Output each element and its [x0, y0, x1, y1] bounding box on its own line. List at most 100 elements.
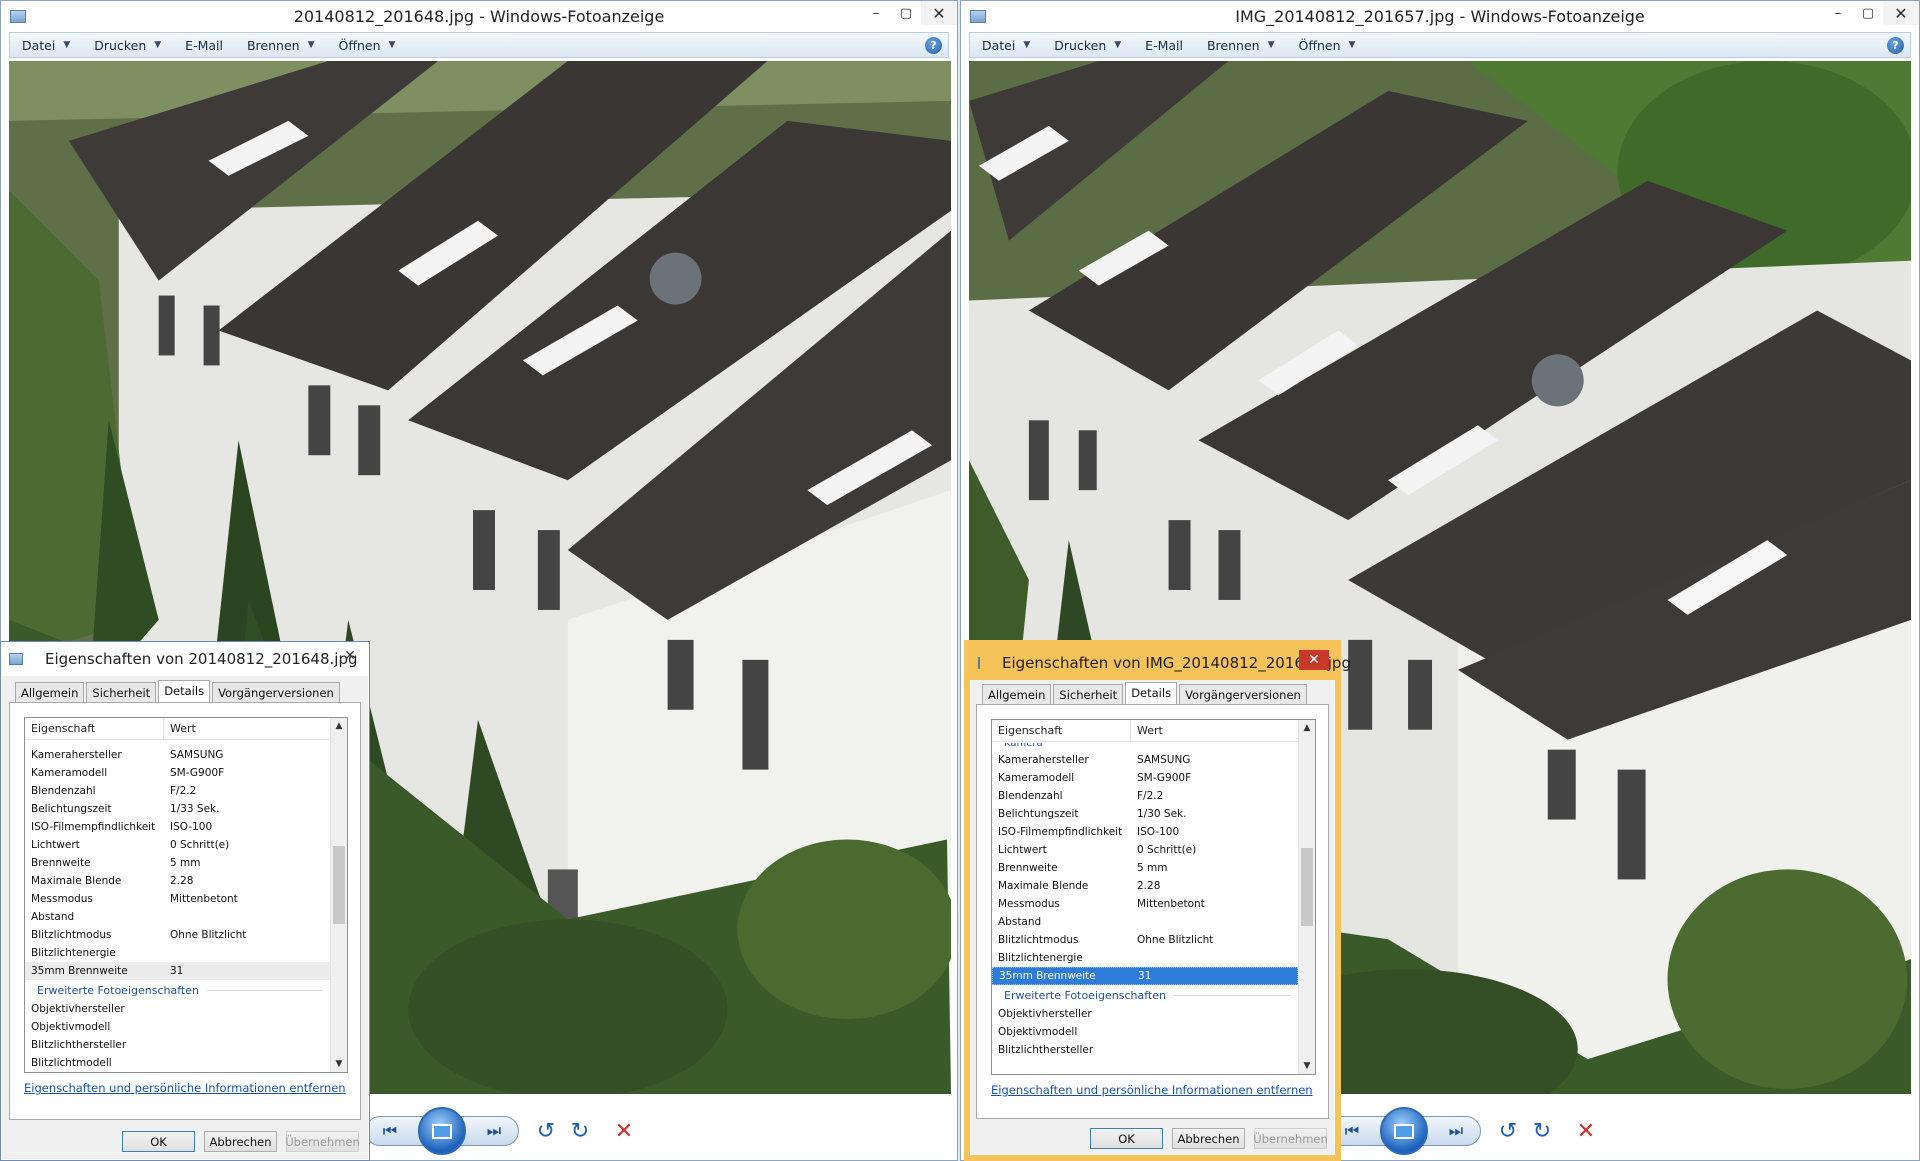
- tab-sicherheit[interactable]: Sicherheit: [1053, 684, 1124, 704]
- property-row[interactable]: Objektivhersteller: [992, 1005, 1298, 1023]
- dialog-close-button[interactable]: ✕: [337, 646, 363, 666]
- property-row[interactable]: Abstand: [992, 913, 1298, 931]
- property-row[interactable]: Objektivhersteller: [25, 1000, 330, 1018]
- property-row[interactable]: Objektivmodell: [992, 1023, 1298, 1041]
- rotate-cw-icon[interactable]: ↻: [567, 1118, 593, 1144]
- maximize-button[interactable]: ▢: [1853, 1, 1883, 25]
- tab-details[interactable]: Details: [1125, 682, 1178, 705]
- property-row[interactable]: Blitzlichtmodus Ohne Blitzlicht: [992, 931, 1298, 949]
- property-row[interactable]: Blitzlichtenergie: [992, 949, 1298, 967]
- column-header-property[interactable]: Eigenschaft: [25, 718, 164, 739]
- apply-button[interactable]: Übernehmen: [1253, 1128, 1328, 1149]
- minimize-button[interactable]: –: [861, 1, 891, 25]
- property-row[interactable]: Objektivmodell: [25, 1018, 330, 1036]
- next-icon[interactable]: ⏭: [1440, 1120, 1472, 1142]
- property-row[interactable]: Belichtungszeit 1/33 Sek.: [25, 800, 330, 818]
- property-row[interactable]: Messmodus Mittenbetont: [25, 890, 330, 908]
- menu-datei[interactable]: Datei ▼: [970, 33, 1042, 57]
- help-icon[interactable]: ?: [1887, 37, 1904, 54]
- property-row[interactable]: Blitzlichtenergie: [25, 944, 330, 962]
- property-name: Maximale Blende: [31, 875, 122, 887]
- property-row[interactable]: 35mm Brennweite 31: [25, 962, 330, 980]
- column-header-property[interactable]: Eigenschaft: [992, 720, 1131, 741]
- property-row[interactable]: Maximale Blende 2.28: [25, 872, 330, 890]
- property-row[interactable]: Blitzlichthersteller: [25, 1036, 330, 1054]
- menu-drucken[interactable]: Drucken ▼: [1042, 33, 1133, 57]
- tab-vorgaengerversionen[interactable]: Vorgängerversionen: [1179, 684, 1307, 704]
- property-row[interactable]: Maximale Blende 2.28: [992, 877, 1298, 895]
- property-row[interactable]: Blendenzahl F/2.2: [992, 787, 1298, 805]
- title-bar[interactable]: IMG_20140812_201657.jpg - Windows-Fotoan…: [961, 1, 1919, 31]
- next-icon[interactable]: ⏭: [478, 1120, 510, 1142]
- property-row[interactable]: Kamerahersteller SAMSUNG: [992, 751, 1298, 769]
- property-row[interactable]: Blitzlichtmodell: [25, 1054, 330, 1072]
- ok-button[interactable]: OK: [122, 1131, 195, 1152]
- delete-icon[interactable]: ✕: [1573, 1118, 1599, 1144]
- scroll-thumb[interactable]: [333, 846, 345, 924]
- property-row[interactable]: Kameramodell SM-G900F: [25, 764, 330, 782]
- property-row[interactable]: Blitzlichtmodus Ohne Blitzlicht: [25, 926, 330, 944]
- close-button[interactable]: ✕: [1883, 1, 1919, 25]
- menu-email[interactable]: E-Mail: [173, 33, 235, 57]
- menu-brennen[interactable]: Brennen ▼: [235, 33, 327, 57]
- column-header-value[interactable]: Wert: [1131, 724, 1163, 737]
- menu-oeffnen[interactable]: Öffnen ▼: [1287, 33, 1368, 57]
- properties-list[interactable]: Eigenschaft Wert Kamera Kamerahersteller S…: [991, 719, 1316, 1075]
- menu-email[interactable]: E-Mail: [1133, 33, 1195, 57]
- property-row[interactable]: Blendenzahl F/2.2: [25, 782, 330, 800]
- property-row[interactable]: Lichtwert 0 Schritt(e): [25, 836, 330, 854]
- slideshow-button[interactable]: [418, 1107, 466, 1155]
- remove-properties-link[interactable]: Eigenschaften und persönliche Informatio…: [991, 1083, 1313, 1097]
- tab-strip: Allgemein Sicherheit Details Vorgängerve…: [15, 680, 361, 703]
- rotate-cw-icon[interactable]: ↻: [1529, 1118, 1555, 1144]
- property-row[interactable]: Brennweite 5 mm: [25, 854, 330, 872]
- tab-sicherheit[interactable]: Sicherheit: [86, 682, 157, 702]
- dialog-title-bar[interactable]: Eigenschaften von IMG_20140812_201657.jp…: [970, 646, 1351, 680]
- column-header-value[interactable]: Wert: [164, 722, 196, 735]
- property-row[interactable]: Lichtwert 0 Schritt(e): [992, 841, 1298, 859]
- property-row[interactable]: Messmodus Mittenbetont: [992, 895, 1298, 913]
- scroll-down-icon[interactable]: ▼: [1299, 1058, 1315, 1074]
- scroll-up-icon[interactable]: ▲: [331, 718, 347, 734]
- tab-allgemein[interactable]: Allgemein: [15, 682, 85, 702]
- close-button[interactable]: ✕: [921, 1, 957, 25]
- properties-list[interactable]: Eigenschaft Wert Kamerahersteller SAMSUNG…: [24, 717, 348, 1073]
- property-row[interactable]: Kameramodell SM-G900F: [992, 769, 1298, 787]
- tab-details[interactable]: Details: [158, 680, 211, 703]
- property-row[interactable]: ISO-Filmempfindlichkeit ISO-100: [25, 818, 330, 836]
- scroll-down-icon[interactable]: ▼: [331, 1056, 347, 1072]
- apply-button[interactable]: Übernehmen: [285, 1131, 360, 1152]
- property-row[interactable]: ISO-Filmempfindlichkeit ISO-100: [992, 823, 1298, 841]
- remove-properties-link[interactable]: Eigenschaften und persönliche Informatio…: [24, 1081, 346, 1095]
- ok-button[interactable]: OK: [1090, 1128, 1163, 1149]
- previous-icon[interactable]: ⏮: [374, 1120, 406, 1142]
- vertical-scrollbar[interactable]: ▲ ▼: [1298, 720, 1315, 1074]
- scroll-up-icon[interactable]: ▲: [1299, 720, 1315, 736]
- cancel-button[interactable]: Abbrechen: [204, 1131, 277, 1152]
- menu-datei[interactable]: Datei ▼: [10, 33, 82, 57]
- minimize-button[interactable]: –: [1823, 1, 1853, 25]
- rotate-ccw-icon[interactable]: ↺: [533, 1118, 559, 1144]
- rotate-ccw-icon[interactable]: ↺: [1495, 1118, 1521, 1144]
- property-row[interactable]: Abstand: [25, 908, 330, 926]
- menu-brennen[interactable]: Brennen ▼: [1195, 33, 1287, 57]
- property-row[interactable]: Brennweite 5 mm: [992, 859, 1298, 877]
- slideshow-button[interactable]: [1380, 1107, 1428, 1155]
- help-icon[interactable]: ?: [925, 37, 942, 54]
- title-bar[interactable]: 20140812_201648.jpg - Windows-Fotoanzeig…: [1, 1, 957, 31]
- maximize-button[interactable]: ▢: [891, 1, 921, 25]
- tab-allgemein[interactable]: Allgemein: [982, 684, 1052, 704]
- property-row[interactable]: Blitzlichthersteller: [992, 1041, 1298, 1059]
- cancel-button[interactable]: Abbrechen: [1172, 1128, 1245, 1149]
- property-row[interactable]: Kamerahersteller SAMSUNG: [25, 746, 330, 764]
- vertical-scrollbar[interactable]: ▲ ▼: [330, 718, 347, 1072]
- delete-icon[interactable]: ✕: [611, 1118, 637, 1144]
- dialog-title-bar[interactable]: Eigenschaften von 20140812_201648.jpg ✕: [1, 642, 369, 676]
- tab-vorgaengerversionen[interactable]: Vorgängerversionen: [212, 682, 340, 702]
- property-row[interactable]: Belichtungszeit 1/30 Sek.: [992, 805, 1298, 823]
- dialog-close-button[interactable]: ✕: [1299, 650, 1329, 670]
- menu-drucken[interactable]: Drucken ▼: [82, 33, 173, 57]
- property-row[interactable]: 35mm Brennweite 31: [992, 967, 1298, 985]
- scroll-thumb[interactable]: [1301, 848, 1313, 926]
- menu-oeffnen[interactable]: Öffnen ▼: [327, 33, 408, 57]
